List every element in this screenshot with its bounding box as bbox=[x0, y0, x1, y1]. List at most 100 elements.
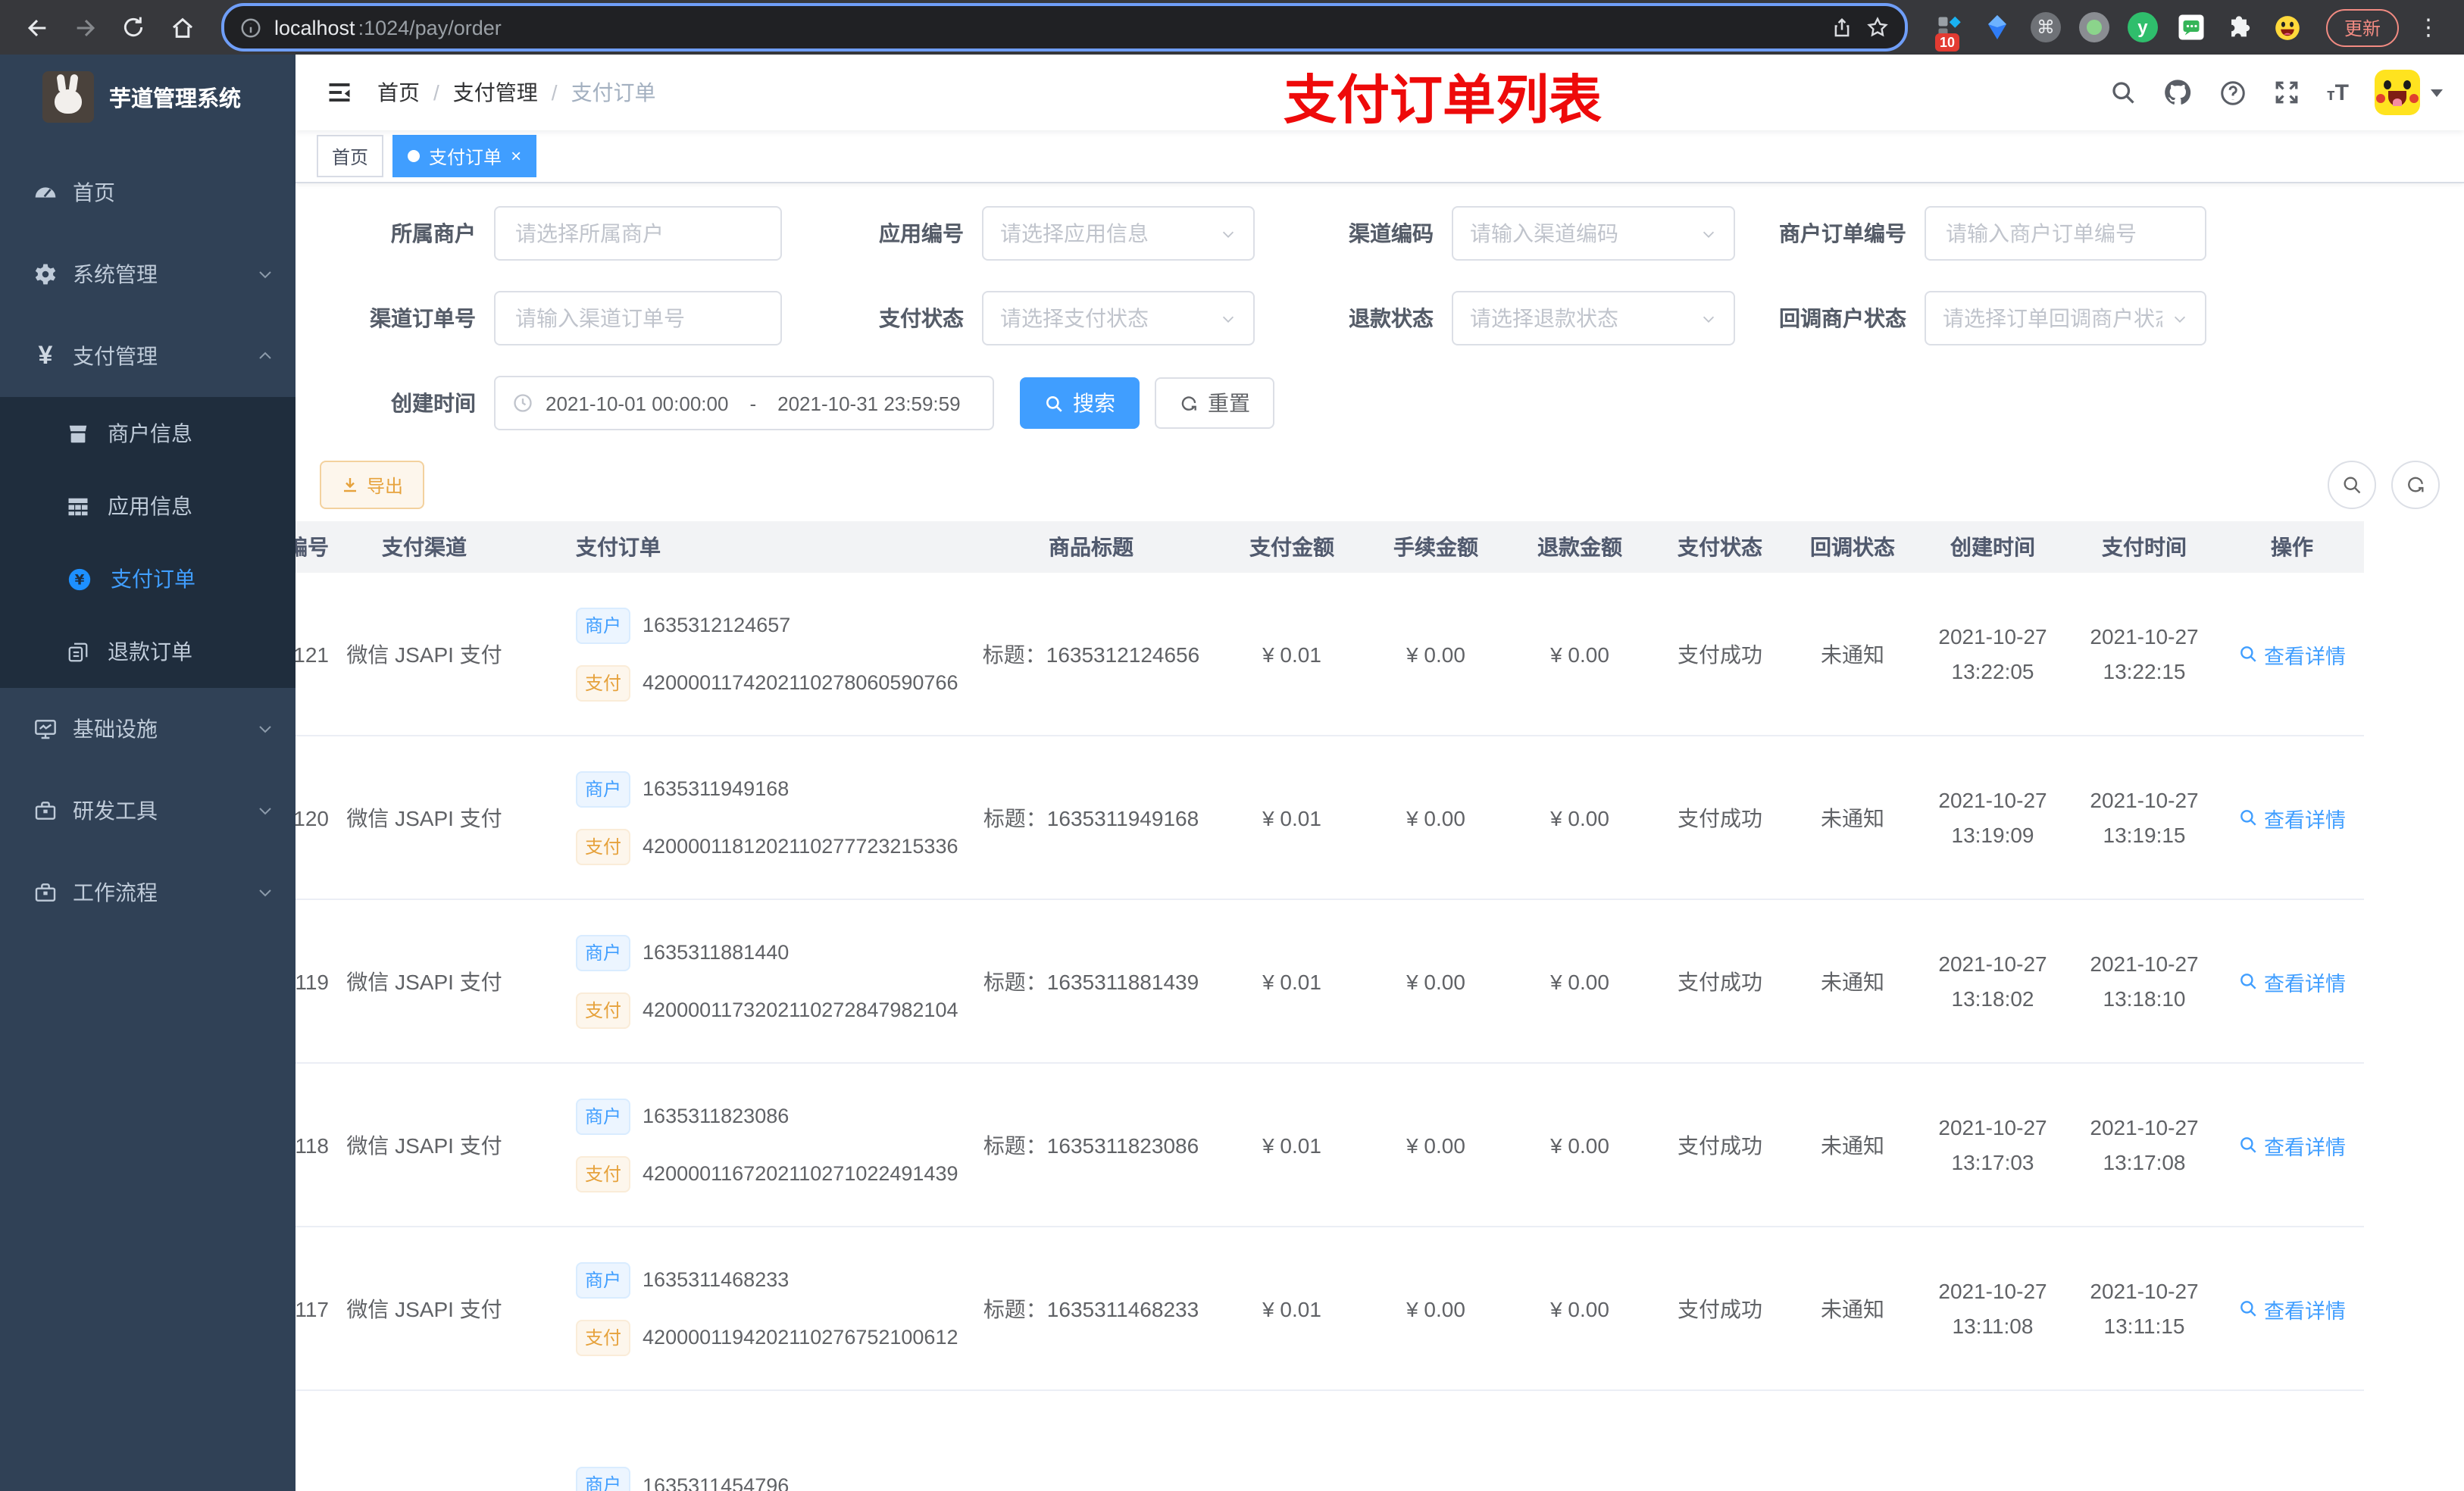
cell-refund-amount: ¥ 0.00 bbox=[1550, 642, 1609, 666]
sidebar-item-devtools[interactable]: 研发工具 bbox=[0, 770, 295, 852]
sidebar-item-app-info[interactable]: 应用信息 bbox=[0, 470, 295, 542]
table-header-row: 编号 支付渠道 支付订单 商品标题 支付金额 手续金额 退款金额 支付状态 回调… bbox=[295, 521, 2364, 573]
github-icon[interactable] bbox=[2163, 77, 2194, 108]
sidebar-item-workflow[interactable]: 工作流程 bbox=[0, 852, 295, 933]
tab-pay-order[interactable]: 支付订单 × bbox=[392, 135, 537, 177]
yen-icon: ¥ bbox=[38, 341, 53, 370]
extension-record-icon[interactable] bbox=[2078, 11, 2111, 44]
share-icon[interactable] bbox=[1831, 16, 1853, 39]
filter-row-2: 渠道订单号 支付状态 请选择支付状态 退款状态 请选择退款状态 回调商户状态 请… bbox=[295, 291, 2464, 345]
tab-home[interactable]: 首页 bbox=[317, 135, 384, 177]
chevron-down-icon bbox=[1703, 315, 1715, 322]
view-detail-link[interactable]: 查看详情 bbox=[2238, 966, 2346, 996]
view-detail-link[interactable]: 查看详情 bbox=[2238, 1130, 2346, 1160]
cell-order-id: 119 bbox=[295, 969, 329, 993]
channel-order-no-label: 渠道订单号 bbox=[370, 306, 476, 330]
create-time-range-picker[interactable]: 2021-10-01 00:00:00 - 2021-10-31 23:59:5… bbox=[494, 376, 994, 430]
chevron-down-icon bbox=[259, 271, 271, 279]
fullscreen-icon[interactable] bbox=[2274, 79, 2301, 106]
browser-update-button[interactable]: 更新 bbox=[2325, 8, 2399, 46]
browser-menu-icon[interactable]: ⋮ bbox=[2414, 14, 2443, 41]
browser-reload-button[interactable] bbox=[112, 6, 155, 48]
cell-pay-amount: ¥ 0.01 bbox=[1262, 1296, 1321, 1321]
extension-kite-icon[interactable] bbox=[1981, 11, 2014, 44]
breadcrumb-home[interactable]: 首页 bbox=[377, 77, 420, 108]
browser-home-button[interactable] bbox=[161, 6, 203, 48]
table-row-partial: 商户 1635311454796 bbox=[295, 1391, 2364, 1491]
extension-yuque-icon[interactable]: y bbox=[2126, 11, 2159, 44]
browser-forward-button[interactable] bbox=[64, 6, 106, 48]
view-detail-icon bbox=[2240, 974, 2256, 989]
app-id-select[interactable]: 请选择应用信息 bbox=[982, 206, 1255, 261]
search-icon[interactable] bbox=[2110, 79, 2137, 106]
view-detail-link[interactable]: 查看详情 bbox=[2238, 639, 2346, 669]
cell-refund-amount: ¥ 0.00 bbox=[1550, 1133, 1609, 1157]
font-size-icon[interactable]: тT bbox=[2327, 80, 2349, 105]
app-logo-row[interactable]: 芋道管理系统 bbox=[0, 55, 295, 139]
extension-grid-icon[interactable]: 10 bbox=[1932, 11, 1965, 52]
extension-command-icon[interactable]: ⌘ bbox=[2029, 11, 2062, 44]
help-icon[interactable] bbox=[2219, 78, 2248, 107]
notify-status-select[interactable]: 请选择订单回调商户状态 bbox=[1925, 291, 2206, 345]
forward-arrow-icon bbox=[76, 18, 95, 36]
sidebar-collapse-button[interactable] bbox=[314, 79, 365, 106]
cell-create-time: 2021-10-27 13:19:09 bbox=[1938, 787, 2047, 846]
cell-pay-time: 2021-10-27 13:22:15 bbox=[2090, 624, 2199, 683]
view-detail-link[interactable]: 查看详情 bbox=[2238, 1293, 2346, 1324]
merchant-order-no-input[interactable] bbox=[1925, 206, 2206, 261]
sidebar-item-infra[interactable]: 基础设施 bbox=[0, 688, 295, 770]
date-separator: - bbox=[749, 392, 757, 414]
pay-status-select[interactable]: 请选择支付状态 bbox=[982, 291, 1255, 345]
refund-status-label: 退款状态 bbox=[1349, 306, 1434, 330]
info-icon[interactable] bbox=[239, 16, 262, 39]
toggle-search-button[interactable] bbox=[2328, 461, 2376, 509]
pay-tag: 支付 bbox=[576, 1319, 631, 1355]
sidebar-item-home[interactable]: 首页 bbox=[0, 152, 295, 233]
tab-close-icon[interactable]: × bbox=[511, 147, 521, 165]
address-bar[interactable]: localhost:1024/pay/order bbox=[221, 3, 1908, 52]
extension-emoji-icon[interactable] bbox=[2272, 11, 2305, 44]
dashboard-icon bbox=[35, 187, 56, 198]
sidebar-item-refund-order[interactable]: 退款订单 bbox=[0, 615, 295, 688]
channel-code-select[interactable]: 请输入渠道编码 bbox=[1452, 206, 1735, 261]
merchant-tag: 商户 bbox=[576, 1098, 631, 1134]
user-menu[interactable] bbox=[2375, 70, 2443, 115]
sidebar-item-merchant-info[interactable]: 商户信息 bbox=[0, 397, 295, 470]
sidebar-item-pay-order[interactable]: ¥ 支付订单 bbox=[0, 542, 295, 615]
cell-notify-status: 未通知 bbox=[1821, 1133, 1884, 1157]
toolbox-icon bbox=[35, 802, 56, 820]
cell-create-time: 2021-10-27 13:11:08 bbox=[1938, 1278, 2047, 1337]
search-button[interactable]: 搜索 bbox=[1020, 377, 1140, 429]
cell-order-id: 118 bbox=[295, 1133, 329, 1157]
cell-pay-channel: 微信 JSAPI 支付 bbox=[346, 805, 502, 830]
tags-view-bar: 首页 支付订单 × bbox=[295, 130, 2464, 183]
cell-refund-amount: ¥ 0.00 bbox=[1550, 1296, 1609, 1321]
refresh-table-button[interactable] bbox=[2391, 461, 2440, 509]
sidebar-item-pay[interactable]: ¥ 支付管理 bbox=[0, 315, 295, 397]
view-detail-link[interactable]: 查看详情 bbox=[2238, 802, 2346, 833]
merchant-input[interactable] bbox=[494, 206, 782, 261]
cell-order-id: 117 bbox=[295, 1296, 329, 1321]
channel-order-no-input[interactable] bbox=[494, 291, 782, 345]
extension-chat-icon[interactable] bbox=[2175, 11, 2208, 44]
refund-status-select[interactable]: 请选择退款状态 bbox=[1452, 291, 1735, 345]
cell-fee-amount: ¥ 0.00 bbox=[1406, 1133, 1465, 1157]
pay-tag: 支付 bbox=[576, 992, 631, 1028]
cell-pay-amount: ¥ 0.01 bbox=[1262, 969, 1321, 993]
bookmark-star-icon[interactable] bbox=[1865, 15, 1890, 39]
reset-button[interactable]: 重置 bbox=[1155, 377, 1274, 429]
url-path: :1024/pay/order bbox=[358, 16, 502, 39]
cell-pay-order: 商户 1635311823086 支付 42000011672021102710… bbox=[508, 1098, 962, 1192]
sidebar-item-system[interactable]: 系统管理 bbox=[0, 233, 295, 315]
export-button[interactable]: 导出 bbox=[320, 461, 425, 509]
date-start: 2021-10-01 00:00:00 bbox=[546, 392, 729, 414]
grid-icon bbox=[68, 497, 88, 515]
merchant-tag: 商户 bbox=[576, 1261, 631, 1298]
cell-pay-order: 商户 1635311468233 支付 42000011942021102767… bbox=[508, 1261, 962, 1355]
extension-puzzle-icon[interactable] bbox=[2223, 11, 2256, 44]
cell-pay-time: 2021-10-27 13:17:08 bbox=[2090, 1114, 2199, 1174]
page-content: 所属商户 应用编号 请选择应用信息 渠道编码 请输入渠道编码 商户订单编号 渠道… bbox=[295, 183, 2464, 1491]
breadcrumb-pay[interactable]: 支付管理 bbox=[453, 77, 538, 108]
chevron-up-icon bbox=[259, 352, 271, 359]
browser-back-button[interactable] bbox=[15, 6, 58, 48]
